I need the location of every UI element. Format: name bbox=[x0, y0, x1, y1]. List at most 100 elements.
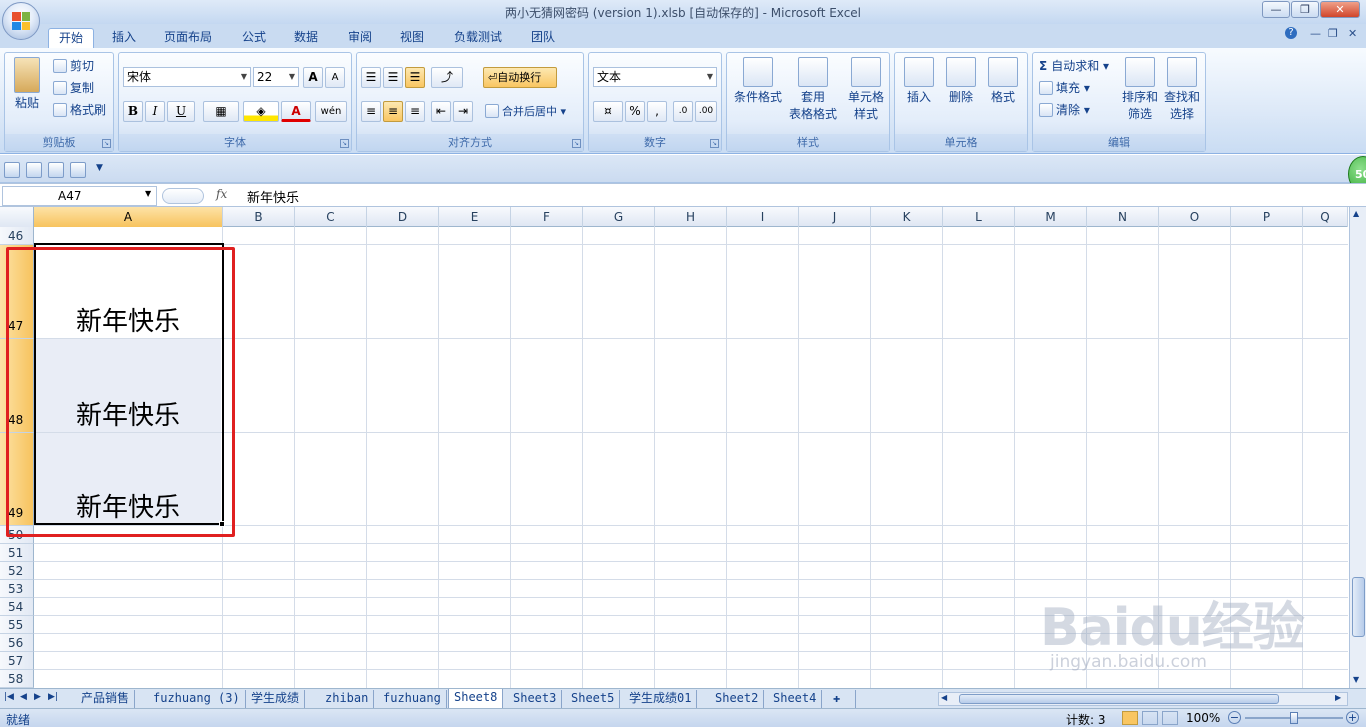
column-header-f[interactable]: F bbox=[511, 207, 583, 227]
column-header-b[interactable]: B bbox=[223, 207, 295, 227]
align-right-button[interactable]: ≡ bbox=[405, 101, 425, 122]
row-header-57[interactable]: 57 bbox=[0, 652, 34, 670]
italic-button[interactable]: I bbox=[145, 101, 165, 122]
column-header-a[interactable]: A bbox=[34, 207, 223, 227]
font-launcher-icon[interactable]: ↘ bbox=[340, 139, 349, 148]
column-header-e[interactable]: E bbox=[439, 207, 511, 227]
wrap-text-button[interactable]: ⏎自动换行 bbox=[483, 67, 557, 88]
row-header-53[interactable]: 53 bbox=[0, 580, 34, 598]
scroll-up-icon[interactable]: ▲ bbox=[1353, 209, 1359, 218]
row-header-51[interactable]: 51 bbox=[0, 544, 34, 562]
page-break-view-icon[interactable] bbox=[1162, 711, 1178, 725]
column-header-c[interactable]: C bbox=[295, 207, 367, 227]
find-select-button[interactable]: 查找和 选择 bbox=[1161, 57, 1203, 123]
sheet-tab-sheet2[interactable]: Sheet2 bbox=[710, 690, 765, 708]
name-box[interactable]: A47 bbox=[2, 186, 157, 206]
copy-button[interactable]: 复制 bbox=[53, 79, 94, 97]
align-top-button[interactable]: ☰ bbox=[361, 67, 381, 88]
row-header-46[interactable]: 46 bbox=[0, 227, 34, 245]
font-name-select[interactable]: 宋体 ▼ bbox=[123, 67, 251, 87]
decrease-decimal-button[interactable]: .00 bbox=[695, 101, 717, 122]
formula-bar-resize-handle[interactable] bbox=[162, 188, 204, 204]
column-header-q[interactable]: Q bbox=[1303, 207, 1348, 227]
clipboard-launcher-icon[interactable]: ↘ bbox=[102, 139, 111, 148]
format-cells-button[interactable]: 格式 bbox=[983, 57, 1023, 106]
column-header-m[interactable]: M bbox=[1015, 207, 1087, 227]
comma-button[interactable]: , bbox=[647, 101, 667, 122]
select-all-button[interactable] bbox=[0, 207, 34, 227]
column-header-g[interactable]: G bbox=[583, 207, 655, 227]
zoom-slider-thumb[interactable] bbox=[1290, 712, 1298, 724]
chevron-down-icon[interactable]: ▼ bbox=[145, 189, 151, 198]
sheet-tab-sheet5[interactable]: Sheet5 bbox=[566, 690, 621, 708]
number-format-select[interactable]: 文本 ▼ bbox=[593, 67, 717, 87]
sort-filter-button[interactable]: 排序和 筛选 bbox=[1119, 57, 1161, 123]
vertical-scrollbar[interactable]: ▲ ▼ bbox=[1349, 207, 1366, 688]
prev-sheet-icon[interactable]: ◀ bbox=[20, 692, 27, 702]
page-layout-view-icon[interactable] bbox=[1142, 711, 1158, 725]
office-button[interactable] bbox=[2, 2, 40, 40]
delete-cells-button[interactable]: 删除 bbox=[941, 57, 981, 106]
increase-decimal-button[interactable]: .0 bbox=[673, 101, 693, 122]
increase-indent-button[interactable]: ⇥ bbox=[453, 101, 473, 122]
alignment-launcher-icon[interactable]: ↘ bbox=[572, 139, 581, 148]
font-size-select[interactable]: 22 ▼ bbox=[253, 67, 299, 87]
column-header-n[interactable]: N bbox=[1087, 207, 1159, 227]
help-icon[interactable]: ? bbox=[1285, 27, 1297, 39]
align-bottom-button[interactable]: ☰ bbox=[405, 67, 425, 88]
column-header-p[interactable]: P bbox=[1231, 207, 1303, 227]
tab-review[interactable]: 审阅 bbox=[344, 28, 376, 48]
first-sheet-icon[interactable]: |◀ bbox=[4, 692, 14, 702]
next-sheet-icon[interactable]: ▶ bbox=[34, 692, 41, 702]
horizontal-scroll-thumb[interactable] bbox=[959, 694, 1279, 704]
align-left-button[interactable]: ≡ bbox=[361, 101, 381, 122]
paste-button[interactable]: 粘贴 bbox=[9, 57, 45, 112]
insert-function-button[interactable]: fx bbox=[216, 187, 227, 201]
clear-button[interactable]: 清除 ▾ bbox=[1039, 101, 1090, 119]
column-header-d[interactable]: D bbox=[367, 207, 439, 227]
tab-formulas[interactable]: 公式 bbox=[238, 28, 270, 48]
open-icon[interactable] bbox=[26, 162, 42, 178]
column-header-o[interactable]: O bbox=[1159, 207, 1231, 227]
tab-team[interactable]: 团队 bbox=[527, 28, 559, 48]
shrink-font-button[interactable]: A bbox=[325, 67, 345, 88]
formula-input[interactable]: 新年快乐 bbox=[247, 187, 299, 206]
row-header-55[interactable]: 55 bbox=[0, 616, 34, 634]
sheet-tab-fuzhuang[interactable]: fuzhuang bbox=[378, 690, 447, 708]
underline-button[interactable]: U bbox=[167, 101, 195, 122]
sheet-tab-sheet4[interactable]: Sheet4 bbox=[768, 690, 823, 708]
insert-cells-button[interactable]: 插入 bbox=[899, 57, 939, 106]
tab-view[interactable]: 视图 bbox=[396, 28, 428, 48]
autosum-button[interactable]: Σ 自动求和 ▾ bbox=[1039, 57, 1109, 75]
sheet-tab-product-sales[interactable]: 产品销售 bbox=[76, 690, 136, 708]
column-header-i[interactable]: I bbox=[727, 207, 799, 227]
column-header-l[interactable]: L bbox=[943, 207, 1015, 227]
conditional-format-button[interactable]: 条件格式 bbox=[731, 57, 785, 106]
sheet-tab-student-scores-01[interactable]: 学生成绩01 bbox=[624, 690, 698, 708]
column-header-k[interactable]: K bbox=[871, 207, 943, 227]
tab-home[interactable]: 开始 bbox=[48, 28, 95, 48]
close-button[interactable]: ✕ bbox=[1320, 1, 1360, 18]
scroll-left-icon[interactable]: ◀ bbox=[941, 693, 947, 702]
fill-button[interactable]: 填充 ▾ bbox=[1039, 79, 1090, 97]
sheet-tab-sheet8[interactable]: Sheet8 bbox=[448, 689, 504, 708]
sheet-tab-student-scores[interactable]: 学生成绩 bbox=[246, 690, 306, 708]
minimize-button[interactable]: — bbox=[1262, 1, 1290, 18]
border-button[interactable]: ▦ bbox=[203, 101, 239, 122]
print-icon[interactable] bbox=[48, 162, 64, 178]
ribbon-close-button[interactable]: ✕ bbox=[1348, 27, 1357, 40]
cell-styles-button[interactable]: 单元格 样式 bbox=[841, 57, 891, 123]
save-icon[interactable] bbox=[4, 162, 20, 178]
customize-qat-icon[interactable]: ▼ bbox=[96, 163, 103, 173]
orientation-button[interactable]: ⤴ bbox=[431, 67, 463, 88]
fill-color-button[interactable]: ◈ bbox=[243, 101, 279, 122]
bold-button[interactable]: B bbox=[123, 101, 143, 122]
sheet-tab-sheet3[interactable]: Sheet3 bbox=[508, 690, 563, 708]
zoom-in-icon[interactable]: + bbox=[1346, 711, 1359, 724]
scroll-right-icon[interactable]: ▶ bbox=[1335, 693, 1341, 702]
tab-insert[interactable]: 插入 bbox=[108, 28, 140, 48]
last-sheet-icon[interactable]: ▶| bbox=[48, 692, 58, 702]
sheet-tab-fuzhuang-3[interactable]: fuzhuang (3) bbox=[148, 690, 246, 708]
number-launcher-icon[interactable]: ↘ bbox=[710, 139, 719, 148]
font-color-button[interactable]: A bbox=[281, 101, 311, 122]
